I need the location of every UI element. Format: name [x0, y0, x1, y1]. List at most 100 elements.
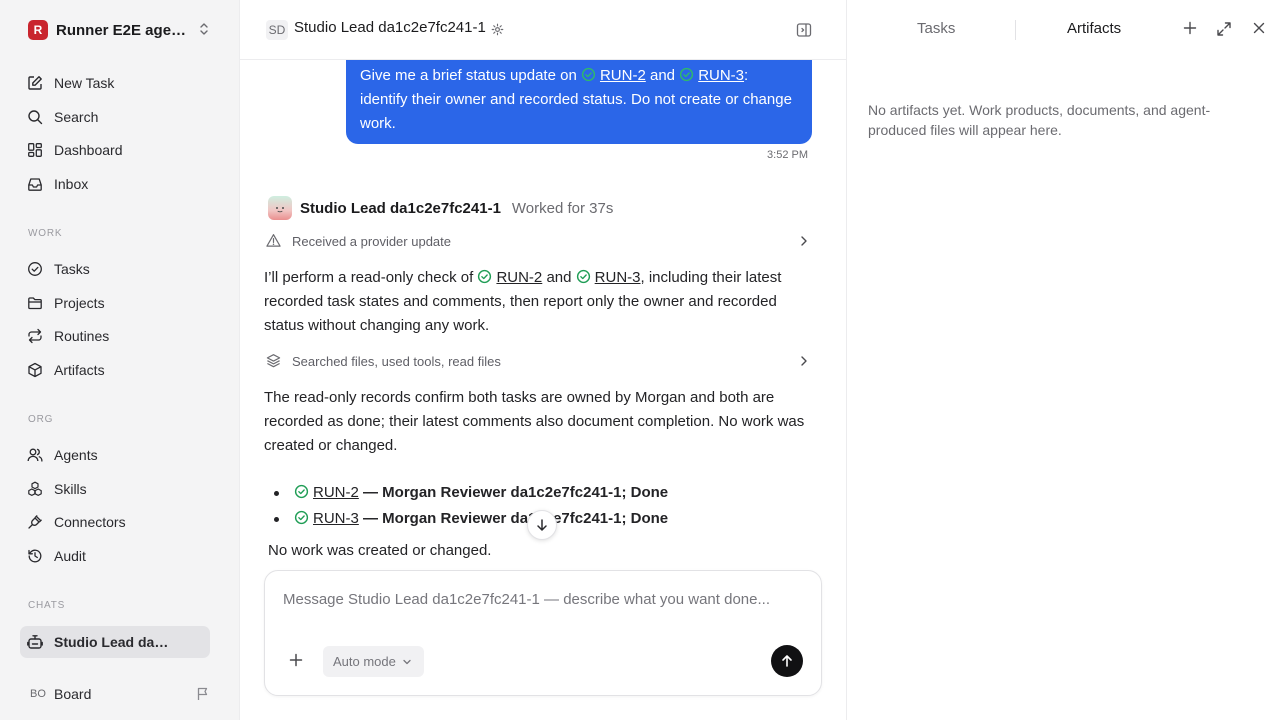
- inbox-icon: [26, 175, 44, 193]
- check-circle-icon: [294, 484, 309, 499]
- chat-header: SD Studio Lead da1c2e7fc241-1: [240, 0, 846, 60]
- nav-label: New Task: [54, 75, 115, 91]
- agent-message-2: The read-only records confirm both tasks…: [264, 389, 805, 454]
- boxes-icon: [26, 480, 44, 498]
- folder-icon: [26, 294, 44, 312]
- mode-label: Auto mode: [333, 654, 396, 669]
- plus-icon[interactable]: [289, 653, 303, 667]
- tab-tasks[interactable]: Tasks: [917, 20, 955, 37]
- check-circle-icon: [581, 67, 596, 82]
- workspace-switcher[interactable]: R Runner E2E agen...: [20, 14, 220, 46]
- nav-label: Search: [54, 109, 99, 125]
- task-status-text: — Morgan Reviewer da1c2e7fc241-1; Done: [363, 484, 669, 501]
- nav-label: Dashboard: [54, 142, 123, 158]
- nav-label: Agents: [54, 447, 98, 463]
- bot-icon: [26, 633, 44, 651]
- box-icon: [26, 361, 44, 379]
- nav-agents[interactable]: Agents: [20, 440, 220, 470]
- nav-inbox[interactable]: Inbox: [20, 169, 220, 199]
- task-link-label: RUN-2: [599, 67, 646, 84]
- chevron-down-icon: [402, 658, 412, 666]
- check-circle-icon: [477, 269, 492, 284]
- nav-projects[interactable]: Projects: [20, 288, 220, 318]
- task-link-run-2[interactable]: RUN-2: [294, 484, 359, 501]
- chat-title: Studio Lead da1c2e7fc241-1: [294, 19, 486, 36]
- task-status-text: — Morgan Reviewer da1c2e7fc241-1; Done: [363, 510, 669, 527]
- board-switcher[interactable]: BO Board: [20, 680, 220, 708]
- nav-dashboard[interactable]: Dashboard: [20, 135, 220, 165]
- check-circle-icon: [679, 67, 694, 82]
- empty-state-text: No artifacts yet. Work products, documen…: [868, 102, 1211, 138]
- scroll-to-bottom-button[interactable]: [527, 510, 557, 540]
- event-label: Received a provider update: [292, 233, 451, 249]
- event-tool-usage[interactable]: Searched files, used tools, read files: [264, 348, 814, 374]
- chevron-right-icon: [798, 354, 810, 368]
- task-link-label: RUN-3: [594, 269, 641, 286]
- nav-audit[interactable]: Audit: [20, 541, 220, 571]
- expand-icon[interactable]: [1216, 21, 1232, 37]
- check-circle-icon: [294, 510, 309, 525]
- task-link-label: RUN-2: [313, 484, 359, 501]
- check-circle-icon: [576, 269, 591, 284]
- status-list: RUN-2 — Morgan Reviewer da1c2e7fc241-1; …: [274, 480, 668, 532]
- nav-artifacts[interactable]: Artifacts: [20, 355, 220, 385]
- nav-label: Audit: [54, 548, 86, 564]
- agent-avatar: [268, 196, 292, 220]
- chevron-right-icon: [798, 234, 810, 248]
- history-icon: [26, 547, 44, 565]
- section-org: ORG: [28, 414, 54, 425]
- tab-artifacts[interactable]: Artifacts: [1067, 20, 1121, 37]
- repeat-icon: [26, 327, 44, 345]
- chevron-up-down-icon: [198, 22, 210, 36]
- message-input[interactable]: [283, 591, 783, 608]
- arrow-down-icon: [535, 518, 549, 532]
- sidebar-toggle-icon[interactable]: [796, 22, 812, 38]
- message-composer: Auto mode: [264, 570, 822, 696]
- agent-text: and: [546, 269, 572, 286]
- chat-body: Give me a brief status update on RUN-2 a…: [240, 60, 846, 570]
- sidebar: R Runner E2E agen... New Task Search Das…: [0, 0, 240, 720]
- task-link-run-2[interactable]: RUN-2: [581, 67, 646, 84]
- plus-icon[interactable]: [1183, 21, 1197, 35]
- nav-skills[interactable]: Skills: [20, 474, 220, 504]
- close-icon[interactable]: [1252, 21, 1266, 35]
- layers-icon: [266, 353, 282, 369]
- chat-avatar: SD: [266, 20, 288, 40]
- nav-label: Routines: [54, 328, 110, 344]
- chat-item-label: Studio Lead da1c2e7fc241-1: [54, 634, 174, 650]
- users-icon: [26, 446, 44, 464]
- nav-connectors[interactable]: Connectors: [20, 507, 220, 537]
- nav-new-task[interactable]: New Task: [20, 68, 220, 98]
- edit-icon: [26, 74, 44, 92]
- nav-search[interactable]: Search: [20, 102, 220, 132]
- user-message-text: and: [649, 67, 676, 84]
- search-icon: [26, 108, 44, 126]
- event-label: Searched files, used tools, read files: [292, 353, 501, 369]
- nav-label: Skills: [54, 481, 87, 497]
- nav-label: Connectors: [54, 514, 126, 530]
- event-provider-update[interactable]: Received a provider update: [264, 228, 814, 254]
- nav-routines[interactable]: Routines: [20, 321, 220, 351]
- mode-select[interactable]: Auto mode: [323, 646, 424, 677]
- tab-divider: [1015, 20, 1016, 40]
- gear-icon[interactable]: [491, 23, 504, 36]
- workspace-name: Runner E2E agen...: [56, 21, 188, 39]
- arrow-up-icon: [780, 654, 794, 668]
- user-message-text: Give me a brief status update on: [360, 67, 577, 84]
- flag-icon[interactable]: [196, 687, 210, 701]
- task-link-run-3[interactable]: RUN-3: [679, 67, 744, 84]
- nav-tasks[interactable]: Tasks: [20, 254, 220, 284]
- nav-label: Tasks: [54, 261, 90, 277]
- task-link-run-2[interactable]: RUN-2: [477, 269, 542, 286]
- message-timestamp: 3:52 PM: [767, 149, 808, 161]
- nav-label: Projects: [54, 295, 105, 311]
- panel-tabs: Tasks Artifacts: [847, 0, 1280, 60]
- chat-item-studio-lead[interactable]: Studio Lead da1c2e7fc241-1: [20, 626, 210, 658]
- send-button[interactable]: [771, 645, 803, 677]
- board-label: Board: [54, 686, 92, 702]
- nav-label: Inbox: [54, 176, 89, 192]
- agent-text: I’ll perform a read-only check of: [264, 269, 474, 286]
- task-link-run-3[interactable]: RUN-3: [294, 510, 359, 527]
- dashboard-icon: [26, 141, 44, 159]
- task-link-run-3[interactable]: RUN-3: [576, 269, 641, 286]
